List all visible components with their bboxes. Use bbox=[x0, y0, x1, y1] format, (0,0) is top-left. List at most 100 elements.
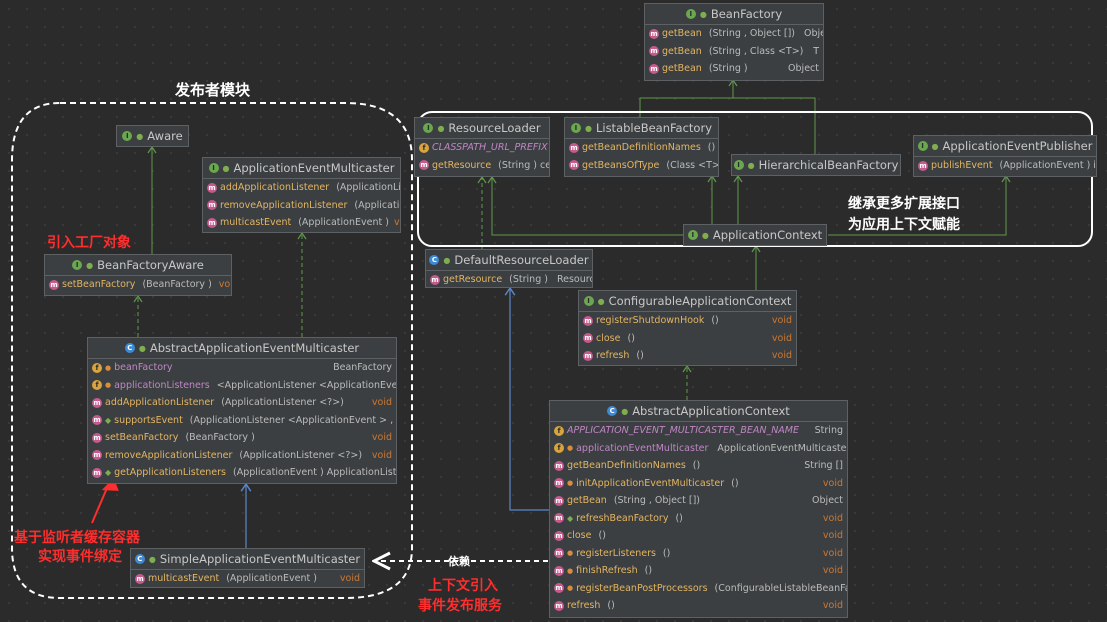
member-row[interactable]: maddApplicationListener(ApplicationListe bbox=[203, 179, 400, 197]
public-visibility-icon: ● bbox=[931, 141, 939, 151]
method-icon: m bbox=[554, 600, 564, 611]
class-name: ConfigurableApplicationContext bbox=[608, 294, 792, 308]
field-icon: f bbox=[92, 380, 102, 391]
class-bean-factory[interactable]: I ● BeanFactory m getBean (String , Object… bbox=[644, 3, 824, 81]
member-row[interactable]: mgetBean(String , Object [])Object bbox=[550, 492, 847, 510]
member-row[interactable]: m removeApplicationListener (ApplicationLi… bbox=[88, 447, 396, 465]
protected-icon: ◆ bbox=[105, 415, 112, 425]
extension-label-1: 继承更多扩展接口 bbox=[848, 196, 960, 212]
extension-label-2: 为应用上下文赋能 bbox=[848, 217, 960, 233]
method-icon: m bbox=[92, 432, 102, 443]
member-row[interactable]: m ● initApplicationEventMulticaster() void bbox=[550, 475, 847, 493]
private-lock-icon: ● bbox=[567, 444, 574, 453]
class-header: I ● ApplicationContext bbox=[684, 225, 826, 245]
class-abstract-app-context[interactable]: C ● AbstractApplicationContext f APPLICAT… bbox=[549, 400, 848, 618]
introduce-factory-label: 引入工厂对象 bbox=[47, 235, 131, 251]
class-aware[interactable]: I ● Aware bbox=[116, 125, 189, 147]
member-row[interactable]: f APPLICATION_EVENT_MULTICASTER_BEAN_NAME… bbox=[550, 422, 847, 440]
class-app-event-publisher[interactable]: I ● ApplicationEventPublisher m publishEv… bbox=[913, 135, 1097, 177]
public-visibility-icon: ● bbox=[747, 160, 755, 170]
member-row[interactable]: m addApplicationListener (ApplicationListe… bbox=[88, 394, 396, 412]
member-row[interactable]: mgetResource(String )Resource bbox=[426, 271, 592, 289]
class-name: ListableBeanFactory bbox=[595, 121, 712, 135]
class-header: C ● DefaultResourceLoader bbox=[426, 250, 592, 271]
class-resource-loader[interactable]: I ● ResourceLoader f CLASSPATH_URL_PREFIX… bbox=[414, 117, 550, 177]
private-lock-icon: ● bbox=[567, 584, 574, 593]
member-row[interactable]: m ● registerBeanPostProcessors (Configurabl… bbox=[550, 580, 847, 598]
interface-icon: I bbox=[570, 123, 581, 133]
method-icon: m bbox=[419, 160, 429, 171]
member-row[interactable]: m ◆ supportsEvent (ApplicationListener <App… bbox=[88, 412, 396, 430]
class-bean-factory-aware[interactable]: I ● BeanFactoryAware m setBeanFactory (Bea… bbox=[44, 254, 232, 296]
public-visibility-icon: ● bbox=[584, 123, 592, 133]
method-icon: m bbox=[430, 274, 440, 285]
class-configurable-app-context[interactable]: I ● ConfigurableApplicationContext m regi… bbox=[578, 290, 797, 366]
field-icon: f bbox=[92, 362, 102, 373]
member-row[interactable]: m getBeanDefinitionNames() bbox=[565, 139, 718, 157]
class-header: I ● ConfigurableApplicationContext bbox=[579, 291, 796, 312]
interface-icon: I bbox=[423, 123, 434, 133]
edge-listable-to-beanfactory bbox=[639, 80, 733, 117]
class-name: ApplicationEventPublisher bbox=[942, 139, 1093, 153]
class-abstract-app-event-multicaster[interactable]: C ● AbstractApplicationEventMulticaster … bbox=[87, 337, 397, 484]
member-row[interactable]: mremoveApplicationListener(Application bbox=[203, 197, 400, 215]
member-row[interactable]: f ● applicationListeners <ApplicationListen… bbox=[88, 377, 396, 395]
public-visibility-icon: ● bbox=[437, 123, 445, 133]
public-visibility-icon: ● bbox=[443, 255, 451, 265]
member-row[interactable]: mmulticastEvent(ApplicationEvent )void bbox=[203, 214, 400, 232]
dependency-label: 依赖 bbox=[448, 555, 470, 568]
class-name: Aware bbox=[147, 129, 183, 143]
member-row[interactable]: m refresh() void bbox=[579, 347, 796, 365]
class-listable-bean-factory[interactable]: I ● ListableBeanFactory m getBeanDefiniti… bbox=[564, 117, 719, 177]
method-icon: m bbox=[92, 397, 102, 408]
member-row[interactable]: msetBeanFactory(BeanFactory )void bbox=[45, 276, 231, 294]
member-row[interactable]: f ● applicationEventMulticaster Application… bbox=[550, 440, 847, 458]
member-row[interactable]: mgetBean(String , Object [])Object bbox=[645, 25, 823, 43]
member-row[interactable]: m close() void bbox=[579, 330, 796, 348]
class-header: I ● HierarchicalBeanFactory bbox=[732, 155, 900, 175]
method-icon: m bbox=[207, 182, 217, 193]
class-name: ResourceLoader bbox=[448, 121, 541, 135]
class-header: I ● Aware bbox=[117, 126, 188, 146]
class-name: ApplicationEventMulticaster bbox=[233, 161, 395, 175]
member-row[interactable]: m getBean (String , Class <T>) T bbox=[645, 43, 823, 61]
interface-icon: I bbox=[208, 163, 219, 173]
class-default-resource-loader[interactable]: C ● DefaultResourceLoader m getResource (S… bbox=[425, 249, 593, 288]
class-name: BeanFactoryAware bbox=[97, 258, 204, 272]
public-visibility-icon: ● bbox=[597, 296, 605, 306]
member-row[interactable]: m ◆ refreshBeanFactory() void bbox=[550, 510, 847, 528]
member-row[interactable]: msetBeanFactory(BeanFactory )void bbox=[88, 429, 396, 447]
method-icon: m bbox=[554, 565, 564, 576]
class-icon: C bbox=[134, 554, 145, 564]
member-row[interactable]: m refresh() void bbox=[550, 597, 847, 615]
field-icon: f bbox=[554, 443, 564, 454]
method-icon: m bbox=[554, 513, 564, 524]
class-simple-app-event-multicaster[interactable]: C ● SimpleApplicationEventMulticaster mm… bbox=[130, 548, 365, 588]
class-name: SimpleApplicationEventMulticaster bbox=[159, 552, 361, 566]
class-name: AbstractApplicationContext bbox=[632, 404, 790, 418]
class-header: C ● SimpleApplicationEventMulticaster bbox=[131, 549, 364, 570]
method-icon: m bbox=[554, 530, 564, 541]
member-row[interactable]: mmulticastEvent(ApplicationEvent )void bbox=[131, 570, 364, 588]
member-row[interactable]: m ● registerListeners() void bbox=[550, 545, 847, 563]
class-hierarchical-bean-factory[interactable]: I ● HierarchicalBeanFactory bbox=[731, 154, 901, 176]
method-icon: m bbox=[554, 460, 564, 471]
edge-context-to-resourceloader bbox=[492, 177, 686, 236]
member-row[interactable]: m ● finishRefresh() void bbox=[550, 562, 847, 580]
class-app-event-multicaster[interactable]: I ● ApplicationEventMulticaster m addAppl… bbox=[202, 157, 401, 233]
member-row[interactable]: f CLASSPATH_URL_PREFIX bbox=[415, 139, 549, 157]
member-row[interactable]: m getBeansOfType (Class <T>) bbox=[565, 157, 718, 175]
class-header: I ● ApplicationEventMulticaster bbox=[203, 158, 400, 179]
member-row[interactable]: m getResource (String ) ce bbox=[415, 157, 549, 175]
member-row[interactable]: m close() void bbox=[550, 527, 847, 545]
public-visibility-icon: ● bbox=[701, 230, 709, 240]
field-icon: f bbox=[419, 142, 429, 153]
member-row[interactable]: f ● beanFactory BeanFactory bbox=[88, 359, 396, 377]
member-row[interactable]: m getBeanDefinitionNames() String [] bbox=[550, 457, 847, 475]
member-row[interactable]: m getBean (String ) Object bbox=[645, 60, 823, 78]
class-application-context[interactable]: I ● ApplicationContext bbox=[683, 224, 827, 246]
class-name: AbstractApplicationEventMulticaster bbox=[149, 341, 360, 355]
member-row[interactable]: m registerShutdownHook() void bbox=[579, 312, 796, 330]
member-row[interactable]: m publishEvent (ApplicationEvent ) id bbox=[914, 157, 1096, 175]
member-row[interactable]: m ◆ getApplicationListeners (ApplicationEve… bbox=[88, 464, 396, 482]
